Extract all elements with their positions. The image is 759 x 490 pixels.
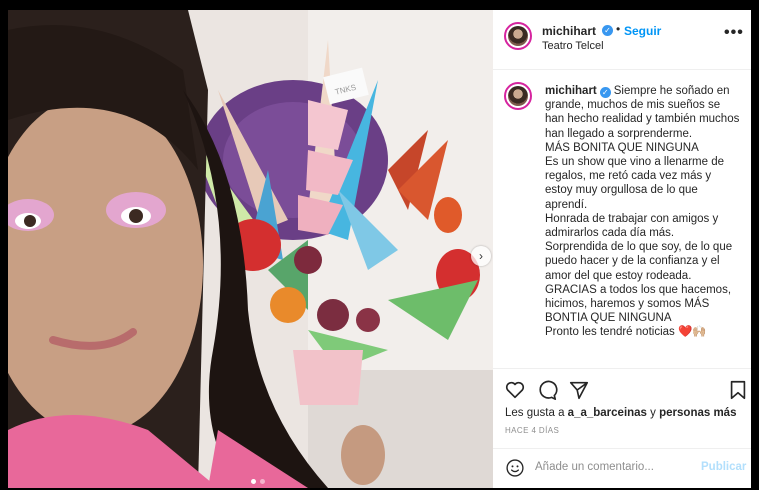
comment-input[interactable] — [535, 459, 695, 475]
author-username[interactable]: michihart — [542, 24, 596, 38]
caption-text: michihart ✓ Siempre he soñado en grande, m… — [545, 84, 740, 340]
verified-badge-icon: ✓ — [602, 25, 613, 36]
avatar[interactable] — [504, 22, 532, 50]
carousel-dot-1 — [251, 479, 256, 484]
carousel-dot-2 — [260, 479, 265, 484]
likes-joiner: y — [650, 407, 656, 419]
comment-icon[interactable] — [536, 379, 558, 401]
carousel-dots — [251, 479, 265, 484]
photo-illustration: TNKS — [8, 10, 493, 488]
post-timestamp[interactable]: HACE 4 DÍAS — [505, 426, 559, 435]
bookmark-icon[interactable] — [727, 379, 749, 401]
header-separator: • — [616, 22, 621, 36]
caption-body: Siempre he soñado en grande, muchos de m… — [545, 85, 740, 339]
share-icon[interactable] — [568, 379, 590, 401]
post-side-panel: michihart ✓ • Seguir Teatro Telcel ••• m… — [493, 10, 751, 488]
more-options-icon[interactable]: ••• — [724, 24, 744, 42]
emoji-icon[interactable] — [505, 458, 525, 478]
follow-button[interactable]: Seguir — [624, 24, 661, 38]
post-location[interactable]: Teatro Telcel — [542, 40, 604, 52]
post-header: michihart ✓ • Seguir Teatro Telcel ••• — [493, 10, 751, 70]
publish-button[interactable]: Publicar — [701, 461, 746, 473]
likes-summary: Les gusta a a_a_barceinas y personas más — [505, 407, 736, 419]
likes-others[interactable]: personas más — [659, 407, 736, 419]
post-modal: TNKS › michihart ✓ • Seguir Teatro Telce… — [0, 0, 759, 490]
comment-bar: Publicar — [493, 448, 751, 489]
caption-username[interactable]: michihart — [545, 85, 597, 97]
post-actions: Les gusta a a_a_barceinas y personas más… — [493, 368, 751, 480]
likes-prefix: Les gusta a — [505, 407, 565, 419]
heart-icon[interactable] — [504, 379, 526, 401]
caption-avatar[interactable] — [504, 82, 532, 110]
post-photo[interactable]: TNKS › — [8, 10, 493, 488]
caption-verified-badge-icon: ✓ — [599, 87, 611, 98]
chevron-right-icon[interactable]: › — [471, 246, 491, 266]
post-caption: michihart ✓ Siempre he soñado en grande, m… — [493, 70, 751, 369]
likes-user[interactable]: a_a_barceinas — [568, 407, 647, 419]
